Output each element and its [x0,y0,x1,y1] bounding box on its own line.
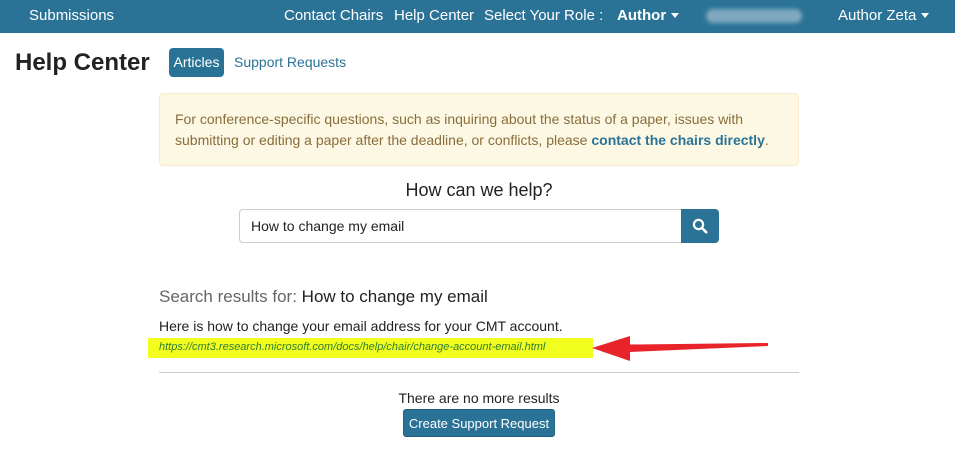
chevron-down-icon [671,12,680,18]
contact-chairs-link[interactable]: contact the chairs directly [591,132,765,148]
search-icon [692,218,708,234]
results-prefix: Search results for: [159,287,302,306]
page-title: Help Center [15,49,150,76]
nav-role-dropdown[interactable]: Author [617,0,680,33]
conference-info-alert: For conference-specific questions, such … [159,93,799,166]
tab-articles[interactable]: Articles [169,48,224,77]
search-button[interactable] [681,209,719,243]
search-heading: How can we help? [405,180,553,200]
top-navbar: Submissions Contact Chairs Help Center S… [0,0,955,33]
nav-role-value: Author [617,7,667,24]
result-url-link[interactable]: https://cmt3.research.microsoft.com/docs… [159,341,545,353]
create-support-request-button[interactable]: Create Support Request [403,409,555,437]
no-more-results-text: There are no more results [398,390,560,406]
alert-suffix: . [764,132,769,148]
nav-role-label: Select Your Role : [484,7,604,24]
annotation-arrow-icon [592,336,768,361]
result-description: Here is how to change your email address… [159,318,563,334]
nav-user-menu[interactable]: Author Zeta [838,0,930,33]
results-query: How to change my email [301,287,488,306]
search-input[interactable] [239,209,682,243]
nav-submissions-link[interactable]: Submissions [29,0,114,33]
redacted-username [706,9,802,23]
chevron-down-icon [921,12,930,18]
nav-user-name: Author Zeta [838,7,917,24]
results-heading: Search results for: How to change my ema… [159,287,488,307]
results-divider [159,372,799,373]
nav-help-center-link[interactable]: Help Center [394,0,474,33]
tab-support-requests[interactable]: Support Requests [234,48,346,77]
nav-contact-chairs-link[interactable]: Contact Chairs [284,0,383,33]
